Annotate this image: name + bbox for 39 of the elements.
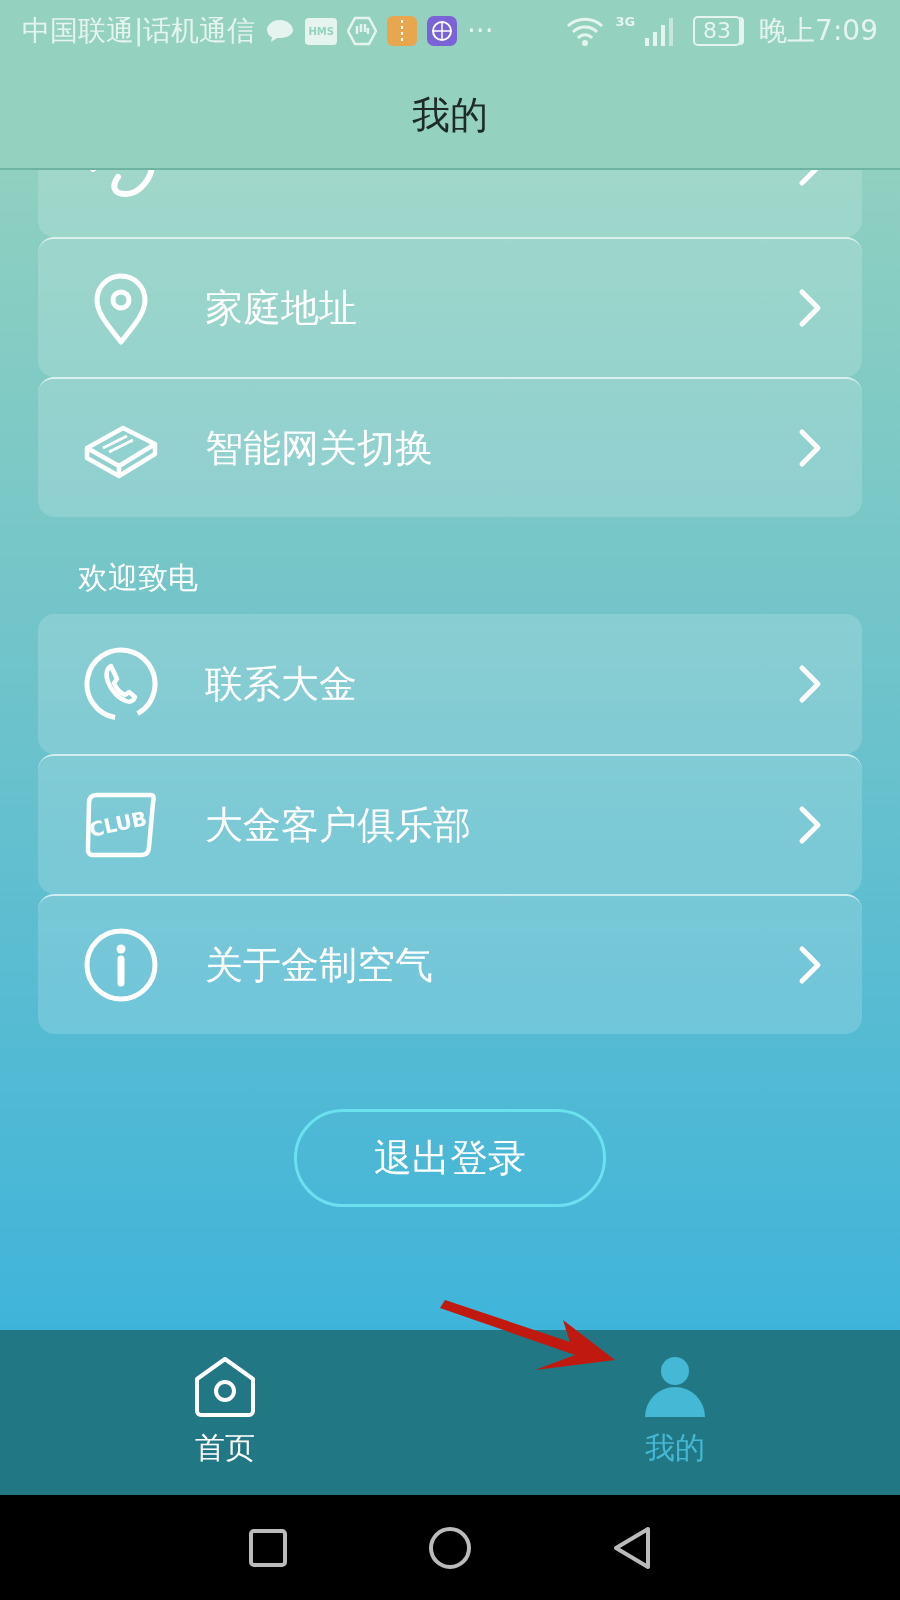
home-button-icon xyxy=(428,1525,472,1570)
menu-label: 大金客户俱乐部 xyxy=(205,801,472,849)
section-title: 欢迎致电 xyxy=(77,559,199,597)
page-title: 我的 xyxy=(412,91,488,139)
logout-button[interactable]: 退出登录 xyxy=(294,1109,606,1207)
network-type: 3G xyxy=(615,13,636,31)
more-notifications: ··· xyxy=(466,13,494,49)
clock-time: 晚上7:09 xyxy=(759,13,878,49)
menu-row[interactable]: CLUB 大金客户俱乐部 xyxy=(38,754,862,894)
tab-item[interactable]: 首页 xyxy=(0,1330,450,1495)
recent-apps-icon xyxy=(248,1527,288,1568)
back-icon xyxy=(612,1525,652,1570)
info-icon xyxy=(83,927,159,1003)
chevron-right-icon xyxy=(798,428,822,468)
menu-row[interactable]: 关于金制空气 xyxy=(38,894,862,1034)
app-icon xyxy=(386,16,417,46)
menu-label: 联系大金 xyxy=(205,660,358,708)
carrier-name: 中国联通|话机通信 xyxy=(22,13,256,49)
phone-icon xyxy=(83,646,159,722)
app-icon xyxy=(426,16,457,46)
chevron-right-icon xyxy=(798,664,822,704)
person-icon xyxy=(643,1355,707,1419)
home-icon xyxy=(193,1355,257,1419)
menu-label: 智能网关切换 xyxy=(205,424,434,472)
menu-label: 关于金制空气 xyxy=(205,941,434,989)
app-icon: HMS xyxy=(305,17,337,45)
menu-row[interactable]: 家庭地址 xyxy=(38,237,862,377)
battery-indicator: 83 xyxy=(693,16,742,46)
chevron-right-icon xyxy=(798,805,822,845)
menu-row[interactable]: 智能网关切换 xyxy=(38,377,862,517)
chevron-right-icon xyxy=(798,945,822,985)
tab-item[interactable]: 我的 xyxy=(450,1330,900,1495)
signal-icon xyxy=(645,16,676,46)
hand-icon xyxy=(346,16,377,46)
menu-label: 家庭地址 xyxy=(205,284,358,332)
wifi-icon xyxy=(565,16,606,46)
menu-row[interactable]: 联系大金 xyxy=(38,614,862,754)
chevron-right-icon xyxy=(798,288,822,328)
chat-icon xyxy=(265,18,296,44)
